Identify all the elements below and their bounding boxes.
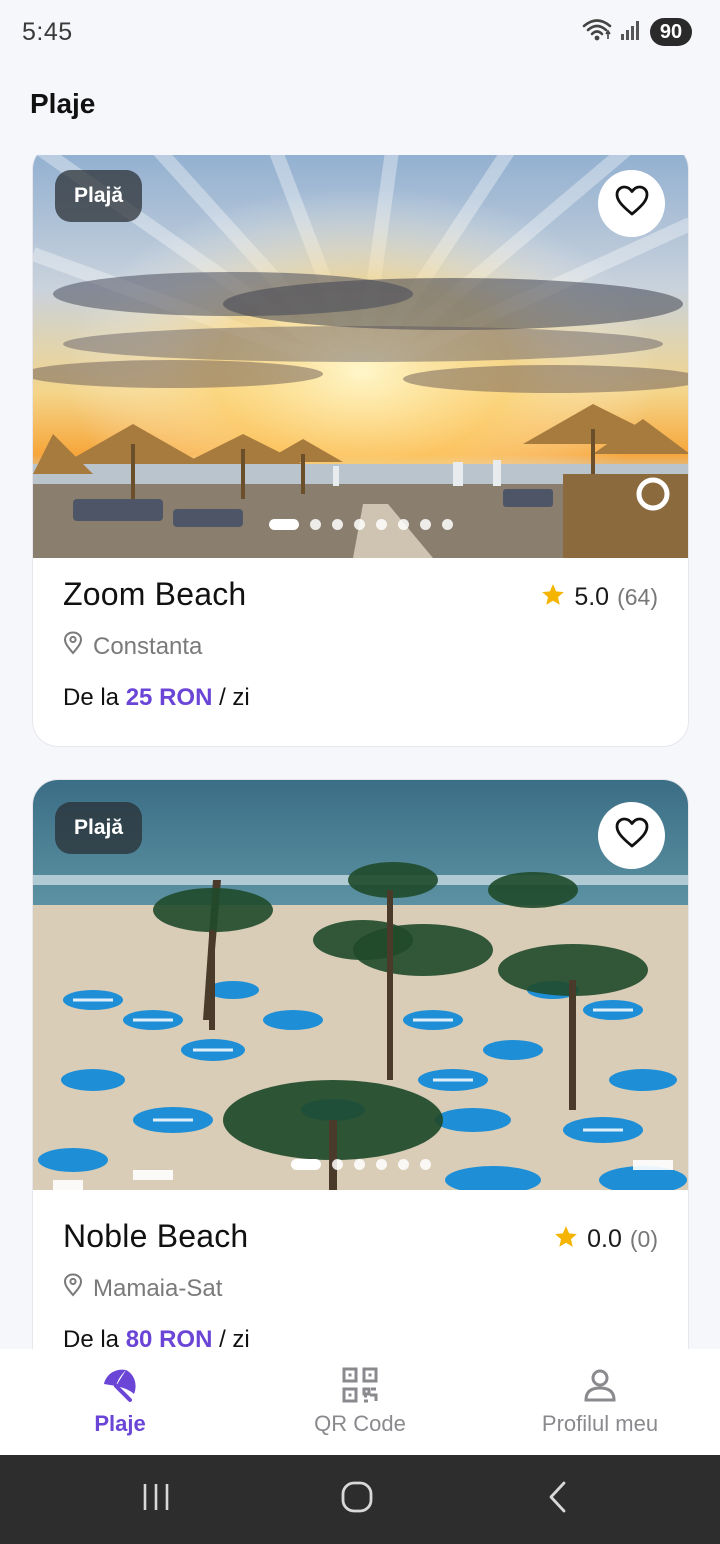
status-bar: 5:45 90 (0, 0, 720, 62)
star-icon (553, 1224, 579, 1255)
nav-item-plaje[interactable]: Plaje (0, 1349, 240, 1455)
price: De la 80 RON / zi (63, 1326, 658, 1349)
recent-apps-icon (141, 1482, 171, 1517)
rating: 0.0 (0) (553, 1224, 658, 1255)
location-text: Constanta (93, 632, 203, 660)
status-icons: 90 (582, 17, 692, 47)
pagination-dot[interactable] (331, 519, 343, 530)
pagination-dot[interactable] (419, 519, 431, 530)
price-suffix: / zi (219, 684, 250, 711)
beach-list[interactable]: Plajă Zoom Beach 5.0 (64) Constanta De l… (0, 155, 720, 1349)
price: De la 25 RON / zi (63, 684, 658, 712)
home-button[interactable] (297, 1455, 417, 1544)
pagination-dot[interactable] (353, 519, 365, 530)
price-prefix: De la (63, 1326, 120, 1349)
card-details: Zoom Beach 5.0 (64) Constanta De la 25 R… (63, 576, 658, 712)
category-badge: Plajă (55, 802, 143, 854)
nav-label: Plaje (94, 1411, 146, 1436)
app-header: Plaje (0, 62, 720, 155)
qr-code-icon (340, 1365, 380, 1405)
pagination-dot[interactable] (290, 1159, 321, 1170)
pagination-dot[interactable] (375, 1159, 387, 1170)
status-time: 5:45 (22, 18, 73, 46)
nav-item-profil[interactable]: Profilul meu (480, 1349, 720, 1455)
price-prefix: De la (63, 684, 120, 711)
pagination-dot[interactable] (397, 519, 409, 530)
card-details: Noble Beach 0.0 (0) Mamaia-Sat De la 80 … (63, 1218, 658, 1349)
pagination-dot[interactable] (268, 519, 299, 530)
heart-icon (615, 185, 649, 222)
system-nav-bar (0, 1455, 720, 1544)
beach-umbrella-icon (100, 1365, 140, 1405)
location-text: Mamaia-Sat (93, 1274, 223, 1302)
home-icon (340, 1480, 374, 1519)
location: Constanta (63, 631, 658, 662)
price-amount: 80 RON (125, 1326, 213, 1349)
pagination-dot[interactable] (331, 1159, 343, 1170)
back-button[interactable] (498, 1455, 618, 1544)
recent-apps-button[interactable] (96, 1455, 216, 1544)
price-amount: 25 RON (125, 684, 213, 711)
rating-value: 5.0 (574, 583, 610, 611)
user-icon (582, 1365, 618, 1405)
beach-card[interactable]: Plajă Noble Beach 0.0 (0) Mamaia-Sat De … (32, 779, 689, 1349)
image-pagination (33, 1159, 688, 1170)
image-pagination (33, 519, 688, 530)
pagination-dot[interactable] (397, 1159, 409, 1170)
signal-icon (620, 19, 642, 46)
pagination-dot[interactable] (441, 519, 453, 530)
nav-label: Profilul meu (541, 1411, 659, 1436)
location-pin-icon (63, 631, 83, 662)
pagination-dot[interactable] (353, 1159, 365, 1170)
rating-value: 0.0 (587, 1225, 622, 1253)
heart-icon (615, 817, 649, 854)
pagination-dot[interactable] (375, 519, 387, 530)
category-badge: Plajă (55, 170, 143, 222)
favorite-button[interactable] (598, 170, 665, 237)
pagination-dot[interactable] (309, 519, 321, 530)
bottom-nav: Plaje QR Code Profilul meu (0, 1349, 720, 1455)
price-suffix: / zi (219, 1326, 250, 1349)
wifi-icon (582, 18, 612, 47)
back-icon (546, 1480, 570, 1519)
pagination-dot[interactable] (419, 1159, 431, 1170)
rating: 5.0 (64) (540, 582, 658, 613)
nav-item-qr-code[interactable]: QR Code (240, 1349, 480, 1455)
location: Mamaia-Sat (63, 1273, 658, 1304)
battery-indicator: 90 (650, 18, 692, 46)
page-title: Plaje (30, 88, 96, 119)
rating-count: (64) (617, 584, 658, 610)
rating-count: (0) (629, 1226, 658, 1252)
nav-label: QR Code (314, 1411, 406, 1436)
star-icon (540, 582, 566, 613)
beach-card[interactable]: Plajă Zoom Beach 5.0 (64) Constanta De l… (32, 155, 689, 747)
favorite-button[interactable] (598, 802, 665, 869)
location-pin-icon (63, 1273, 83, 1304)
